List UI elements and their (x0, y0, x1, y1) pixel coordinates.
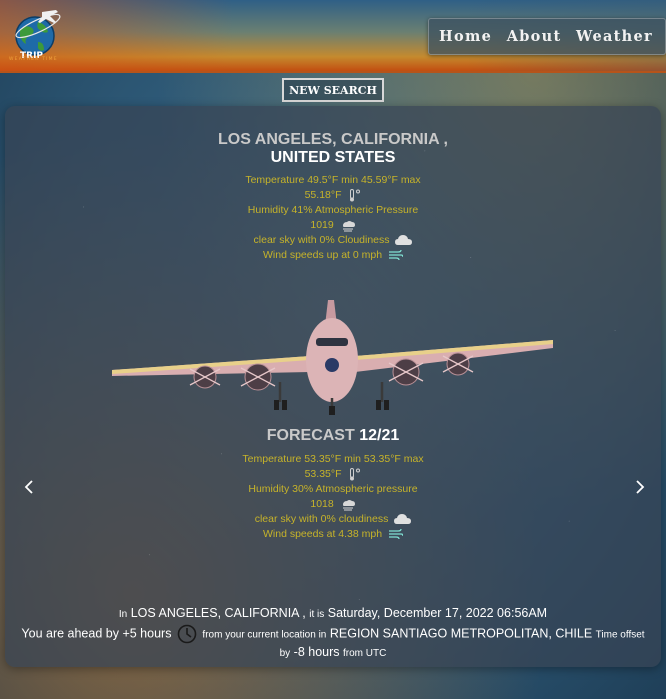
chevron-left-icon (24, 480, 33, 494)
ahead-prefix: You are ahead by (21, 626, 119, 641)
in-label: In (118, 609, 128, 620)
pressure-icon (342, 499, 355, 511)
forecast-pressure: 1018 (310, 498, 334, 510)
current-temp-max: 55.18°F (304, 189, 342, 201)
forecast-pressure-line: 1018 (5, 497, 661, 512)
current-pressure-line: 1019 (5, 218, 661, 233)
ahead-value: +5 hours (122, 626, 172, 641)
current-country: UNITED STATES (270, 149, 396, 166)
from-utc-label: from UTC (343, 648, 387, 659)
by-label: by (279, 648, 291, 659)
nav-weather[interactable]: Weather (576, 28, 653, 45)
current-humidity-line: Humidity 41% Atmospheric Pressure (247, 204, 419, 216)
current-temp-max-line: 55.18°F (5, 188, 661, 203)
current-wind-line: Wind speeds up at 0 mph (5, 248, 661, 263)
forecast-wind-line: Wind speeds at 4.38 mph (5, 527, 661, 542)
local-time-line: In LOS ANGELES, CALIFORNIA , it is Satur… (5, 605, 661, 623)
forecast-title: FORECAST (266, 427, 355, 444)
main-nav: Home About Weather (428, 18, 666, 55)
cloud-icon (394, 514, 412, 525)
offset-value: -8 hours (293, 645, 340, 659)
pressure-icon (342, 220, 355, 232)
wind-icon (389, 250, 403, 261)
current-location: REGION SANTIAGO METROPOLITAN, CHILE (329, 626, 593, 641)
forecast-temp-max-line: 53.35°F (5, 467, 661, 482)
current-temp-line: Temperature 49.5°F min 45.59°F max (245, 174, 421, 186)
current-sky-line: clear sky with 0% Cloudiness (5, 233, 661, 248)
forecast-weather-details: Temperature 53.35°F min 53.35°F max 53.3… (5, 452, 661, 542)
chevron-right-icon (636, 480, 645, 494)
weather-carousel: LOS ANGELES, CALIFORNIA , UNITED STATES … (5, 106, 661, 667)
forecast-sky-line: clear sky with 0% cloudiness (5, 512, 661, 527)
site-header: TRIP WEATHER TIME Home About Weather (0, 0, 666, 73)
footer-city: LOS ANGELES, CALIFORNIA , (130, 606, 306, 620)
nav-about[interactable]: About (507, 28, 562, 45)
forecast-sky: clear sky with 0% cloudiness (254, 513, 389, 525)
current-wind: Wind speeds up at 0 mph (263, 249, 383, 261)
carousel-next-button[interactable] (631, 476, 649, 498)
current-city: LOS ANGELES, CALIFORNIA , (218, 131, 448, 148)
new-search-button[interactable]: NEW SEARCH (282, 78, 384, 102)
current-pressure: 1019 (310, 219, 334, 231)
forecast-temp-line: Temperature 53.35°F min 53.35°F max (242, 453, 424, 465)
forecast-heading: FORECAST 12/21 (5, 426, 661, 445)
carousel-prev-button[interactable] (20, 476, 38, 498)
offset-label: Time offset (595, 629, 645, 641)
clock-icon (177, 624, 197, 644)
current-weather-details: Temperature 49.5°F min 45.59°F max 55.18… (5, 173, 661, 263)
nav-home[interactable]: Home (439, 28, 492, 45)
airplane-illustration (112, 300, 553, 415)
thermometer-icon (350, 188, 361, 202)
wind-icon (389, 529, 403, 540)
trip-logo-icon[interactable]: TRIP (8, 6, 66, 64)
from-current-label: from your current location in (202, 629, 327, 641)
forecast-wind: Wind speeds at 4.38 mph (263, 528, 383, 540)
thermometer-icon (350, 467, 361, 481)
forecast-humidity-line: Humidity 30% Atmospheric pressure (248, 483, 418, 495)
local-datetime: Saturday, December 17, 2022 06:56AM (327, 606, 548, 620)
it-is-label: it is (309, 609, 325, 620)
forecast-temp-max: 53.35°F (304, 468, 342, 480)
current-sky: clear sky with 0% Cloudiness (253, 234, 390, 246)
time-offset-block: You are ahead by +5 hours from your curr… (13, 624, 653, 662)
cloud-icon (395, 235, 413, 246)
logo-subtext: WEATHER TIME (9, 57, 58, 62)
forecast-date: 12/21 (359, 427, 400, 444)
